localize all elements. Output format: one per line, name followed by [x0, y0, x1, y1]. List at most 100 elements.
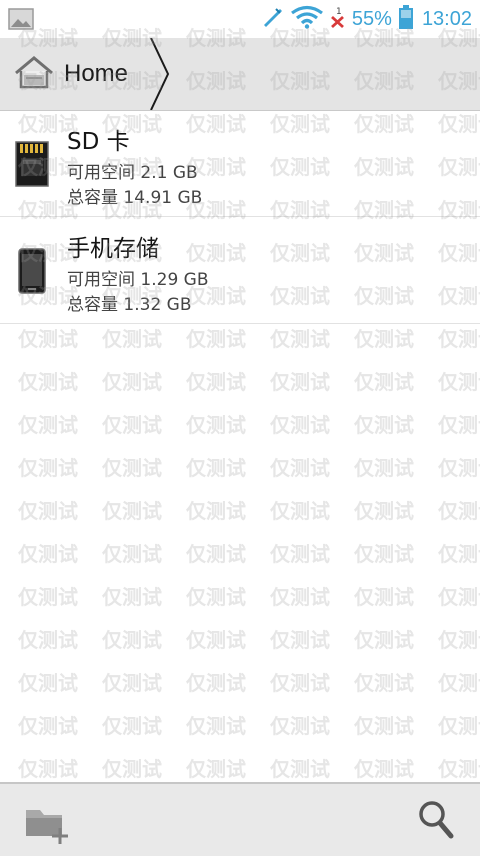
watermark-text: 仅测试: [102, 327, 162, 351]
watermark-text: 仅测试: [270, 499, 330, 523]
battery-icon: [398, 4, 414, 34]
bottom-action-bar: [0, 782, 480, 856]
storage-item-phone[interactable]: 手机存储 可用空间 1.29 GB 总容量 1.32 GB: [0, 217, 480, 324]
watermark-text: 仅测试: [270, 370, 330, 394]
watermark-text: 仅测试: [102, 413, 162, 437]
watermark-row: 仅测试仅测试仅测试仅测试仅测试仅测试: [18, 710, 480, 739]
watermark-text: 仅测试: [354, 499, 414, 523]
watermark-row: 仅测试仅测试仅测试仅测试仅测试仅测试: [18, 667, 480, 696]
storage-total-capacity: 总容量 1.32 GB: [67, 295, 192, 315]
home-icon: [14, 55, 54, 93]
watermark-text: 仅测试: [438, 714, 480, 738]
watermark-text: 仅测试: [354, 327, 414, 351]
watermark-text: 仅测试: [438, 370, 480, 394]
watermark-text: 仅测试: [354, 714, 414, 738]
watermark-text: 仅测试: [102, 628, 162, 652]
watermark-text: 仅测试: [270, 413, 330, 437]
watermark-text: 仅测试: [186, 628, 246, 652]
breadcrumb: Home: [0, 37, 480, 111]
watermark-text: 仅测试: [18, 542, 78, 566]
watermark-text: 仅测试: [186, 370, 246, 394]
watermark-text: 仅测试: [270, 628, 330, 652]
watermark-text: 仅测试: [102, 585, 162, 609]
watermark-text: 仅测试: [270, 671, 330, 695]
watermark-text: 仅测试: [438, 542, 480, 566]
search-icon: [419, 801, 454, 839]
storage-free-space: 可用空间 1.29 GB: [67, 270, 209, 290]
battery-percent: 55%: [351, 8, 392, 30]
sd-card-icon: [14, 140, 50, 188]
watermark-row: 仅测试仅测试仅测试仅测试仅测试仅测试: [18, 538, 480, 567]
watermark-text: 仅测试: [354, 413, 414, 437]
status-bar: 1 55% 13:02: [0, 0, 480, 38]
watermark-text: 仅测试: [438, 499, 480, 523]
watermark-text: 仅测试: [18, 585, 78, 609]
watermark-text: 仅测试: [186, 542, 246, 566]
watermark-text: 仅测试: [102, 714, 162, 738]
storage-list: SD 卡 可用空间 2.1 GB 总容量 14.91 GB 手机存储 可用空间 …: [0, 110, 480, 324]
watermark-text: 仅测试: [102, 499, 162, 523]
storage-name: SD 卡: [67, 129, 130, 155]
wifi-icon: [290, 5, 324, 33]
watermark-row: 仅测试仅测试仅测试仅测试仅测试仅测试: [18, 452, 480, 481]
signal-icon: [260, 5, 284, 33]
storage-item-sd-card[interactable]: SD 卡 可用空间 2.1 GB 总容量 14.91 GB: [0, 110, 480, 217]
watermark-row: 仅测试仅测试仅测试仅测试仅测试仅测试: [18, 323, 480, 352]
breadcrumb-separator-icon: [148, 37, 172, 111]
watermark-row: 仅测试仅测试仅测试仅测试仅测试仅测试: [18, 581, 480, 610]
storage-total-capacity: 总容量 14.91 GB: [67, 188, 203, 208]
watermark-text: 仅测试: [186, 499, 246, 523]
image-icon: [8, 8, 38, 32]
svg-text:1: 1: [336, 7, 342, 17]
watermark-text: 仅测试: [438, 585, 480, 609]
watermark-text: 仅测试: [102, 757, 162, 781]
watermark-text: 仅测试: [270, 456, 330, 480]
sim-missing-icon: 1: [330, 5, 346, 33]
watermark-text: 仅测试: [18, 370, 78, 394]
watermark-text: 仅测试: [270, 757, 330, 781]
storage-name: 手机存储: [67, 236, 159, 262]
watermark-text: 仅测试: [270, 327, 330, 351]
storage-free-space: 可用空间 2.1 GB: [67, 163, 198, 183]
watermark-row: 仅测试仅测试仅测试仅测试仅测试仅测试: [18, 624, 480, 653]
watermark-text: 仅测试: [18, 456, 78, 480]
watermark-text: 仅测试: [18, 671, 78, 695]
watermark-text: 仅测试: [438, 456, 480, 480]
watermark-row: 仅测试仅测试仅测试仅测试仅测试仅测试: [18, 366, 480, 395]
watermark-text: 仅测试: [354, 628, 414, 652]
search-button[interactable]: [416, 798, 456, 842]
watermark-text: 仅测试: [270, 542, 330, 566]
watermark-text: 仅测试: [18, 413, 78, 437]
watermark-text: 仅测试: [354, 757, 414, 781]
watermark-text: 仅测试: [18, 628, 78, 652]
watermark-text: 仅测试: [186, 327, 246, 351]
watermark-text: 仅测试: [354, 370, 414, 394]
watermark-text: 仅测试: [354, 585, 414, 609]
watermark-row: 仅测试仅测试仅测试仅测试仅测试仅测试: [18, 753, 480, 782]
watermark-text: 仅测试: [186, 671, 246, 695]
watermark-text: 仅测试: [102, 542, 162, 566]
phone-storage-icon: [14, 247, 50, 295]
watermark-text: 仅测试: [354, 671, 414, 695]
watermark-text: 仅测试: [18, 327, 78, 351]
new-folder-button[interactable]: [22, 796, 74, 846]
home-label: Home: [64, 60, 129, 87]
watermark-text: 仅测试: [186, 413, 246, 437]
watermark-text: 仅测试: [102, 456, 162, 480]
watermark-text: 仅测试: [102, 671, 162, 695]
watermark-text: 仅测试: [102, 370, 162, 394]
watermark-text: 仅测试: [438, 413, 480, 437]
watermark-text: 仅测试: [438, 671, 480, 695]
watermark-text: 仅测试: [438, 757, 480, 781]
watermark-text: 仅测试: [438, 327, 480, 351]
home-crumb[interactable]: Home: [14, 38, 128, 110]
watermark-text: 仅测试: [186, 456, 246, 480]
watermark-text: 仅测试: [270, 585, 330, 609]
watermark-text: 仅测试: [186, 714, 246, 738]
clock: 13:02: [421, 8, 472, 30]
watermark-text: 仅测试: [354, 542, 414, 566]
watermark-row: 仅测试仅测试仅测试仅测试仅测试仅测试: [18, 495, 480, 524]
watermark-text: 仅测试: [186, 585, 246, 609]
watermark-text: 仅测试: [354, 456, 414, 480]
watermark-text: 仅测试: [270, 714, 330, 738]
